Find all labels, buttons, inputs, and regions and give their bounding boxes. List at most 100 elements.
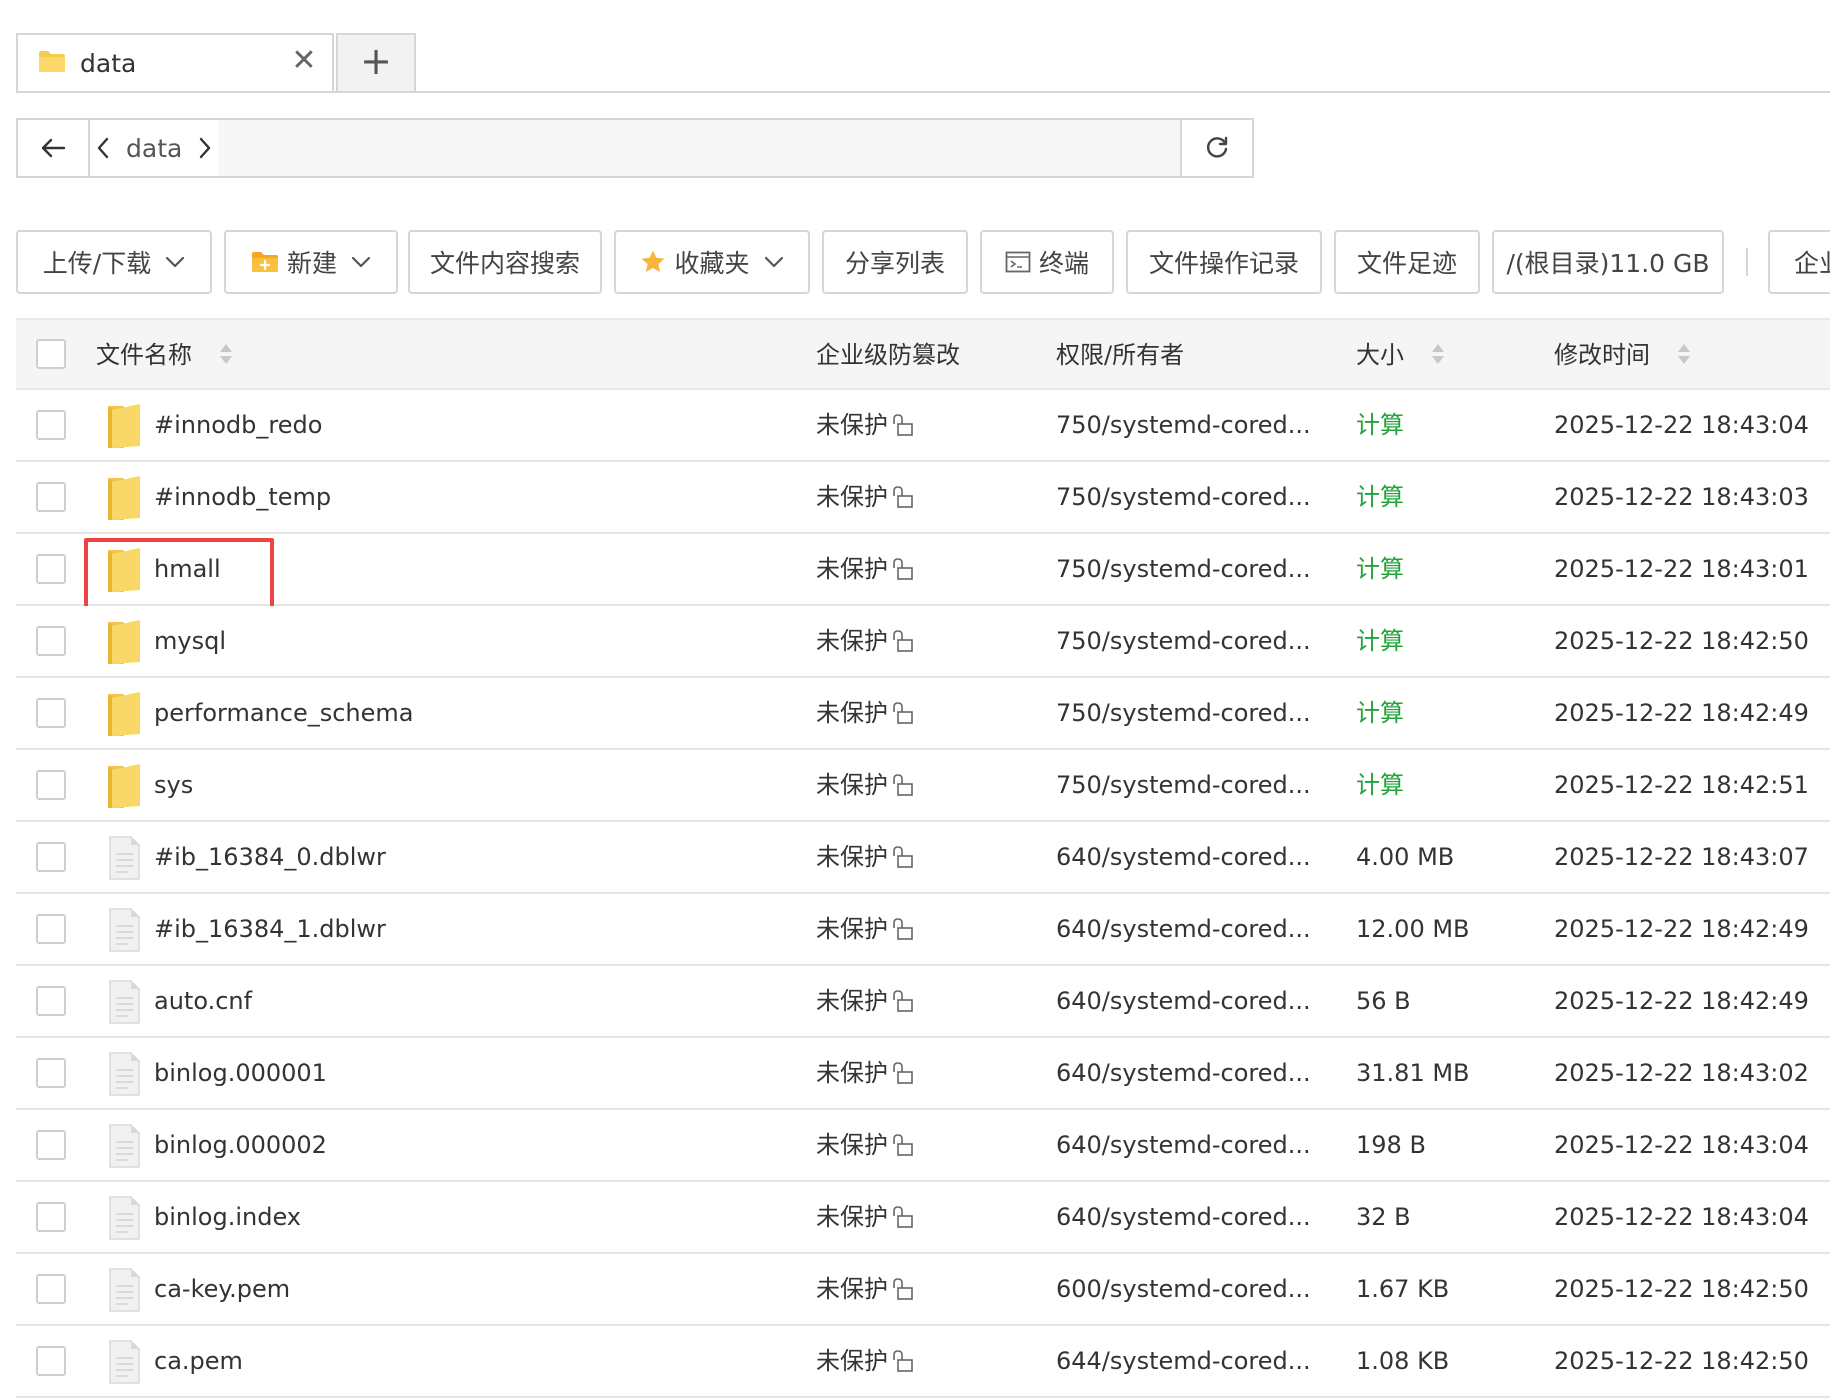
table-row[interactable]: #innodb_redo 未保护 750/systemd-cored... 计算 202…	[16, 390, 1830, 462]
perm-owner[interactable]: 750/systemd-cored...	[1056, 606, 1311, 676]
unlock-icon[interactable]	[892, 1133, 914, 1157]
table-row[interactable]: auto.cnf 未保护 640/systemd-cored... 56 B 2025-…	[16, 966, 1830, 1038]
table-row[interactable]: mysql 未保护 750/systemd-cored... 计算 2025-12-22…	[16, 606, 1830, 678]
file-name-link[interactable]: ca-key.pem	[154, 1254, 290, 1324]
table-row[interactable]: binlog.000002 未保护 640/systemd-cored... 198 …	[16, 1110, 1830, 1182]
enterprise-button[interactable]: 企业	[1768, 230, 1830, 294]
perm-owner[interactable]: 640/systemd-cored...	[1056, 1182, 1311, 1252]
calc-size-link[interactable]: 计算	[1356, 678, 1404, 748]
unlock-icon[interactable]	[892, 557, 914, 581]
header-name[interactable]: 文件名称	[96, 320, 234, 390]
perm-owner[interactable]: 640/systemd-cored...	[1056, 1038, 1311, 1108]
file-name-link[interactable]: mysql	[154, 606, 226, 676]
share-list-button[interactable]: 分享列表	[822, 230, 968, 294]
unlock-icon[interactable]	[892, 1349, 914, 1373]
row-checkbox[interactable]	[36, 1130, 66, 1160]
upload-download-button[interactable]: 上传/下载	[16, 230, 212, 294]
row-checkbox[interactable]	[36, 482, 66, 512]
header-mtime[interactable]: 修改时间	[1554, 320, 1692, 390]
row-checkbox[interactable]	[36, 1346, 66, 1376]
unlock-icon[interactable]	[892, 989, 914, 1013]
table-row[interactable]: ca-key.pem 未保护 600/systemd-cored... 1.67 KB…	[16, 1254, 1830, 1326]
row-checkbox[interactable]	[36, 1058, 66, 1088]
table-row[interactable]: sys 未保护 750/systemd-cored... 计算 2025-12-22 1…	[16, 750, 1830, 822]
unlock-icon[interactable]	[892, 845, 914, 869]
perm-owner[interactable]: 600/systemd-cored...	[1056, 1254, 1311, 1324]
table-row[interactable]: #ib_16384_0.dblwr 未保护 640/systemd-cored...…	[16, 822, 1830, 894]
favorites-button[interactable]: 收藏夹	[614, 230, 810, 294]
add-tab-button[interactable]: +	[336, 33, 416, 91]
table-row[interactable]: ca.pem 未保护 644/systemd-cored... 1.08 KB 2025…	[16, 1326, 1830, 1398]
row-checkbox[interactable]	[36, 770, 66, 800]
footprint-button[interactable]: 文件足迹	[1334, 230, 1480, 294]
table-row[interactable]: #innodb_temp 未保护 750/systemd-cored... 计算 202…	[16, 462, 1830, 534]
refresh-button[interactable]	[1180, 120, 1252, 176]
perm-owner[interactable]: 750/systemd-cored...	[1056, 534, 1311, 604]
file-name-link[interactable]: binlog.index	[154, 1182, 301, 1252]
perm-owner[interactable]: 640/systemd-cored...	[1056, 1110, 1311, 1180]
file-name-link[interactable]: auto.cnf	[154, 966, 252, 1036]
row-checkbox[interactable]	[36, 842, 66, 872]
unlock-icon[interactable]	[892, 413, 914, 437]
file-name-link[interactable]: performance_schema	[154, 678, 413, 748]
unlock-icon[interactable]	[892, 701, 914, 725]
unlock-icon[interactable]	[892, 917, 914, 941]
unlock-icon[interactable]	[892, 1205, 914, 1229]
calc-size-link[interactable]: 计算	[1356, 750, 1404, 820]
back-button[interactable]	[18, 120, 90, 176]
chevron-right-icon[interactable]	[198, 136, 212, 160]
row-checkbox[interactable]	[36, 1202, 66, 1232]
file-name-link[interactable]: #ib_16384_1.dblwr	[154, 894, 386, 964]
select-all-checkbox[interactable]	[36, 339, 66, 369]
breadcrumb-item-data[interactable]: data	[126, 134, 182, 163]
unlock-icon[interactable]	[892, 1277, 914, 1301]
perm-owner[interactable]: 750/systemd-cored...	[1056, 750, 1311, 820]
file-name-link[interactable]: #innodb_redo	[154, 390, 322, 460]
close-icon[interactable]: ✕	[290, 46, 318, 76]
perm-owner[interactable]: 640/systemd-cored...	[1056, 966, 1311, 1036]
file-name-link[interactable]: ca.pem	[154, 1326, 243, 1396]
table-row[interactable]: binlog.000001 未保护 640/systemd-cored... 31.8…	[16, 1038, 1830, 1110]
op-log-button[interactable]: 文件操作记录	[1126, 230, 1322, 294]
perm-owner[interactable]: 750/systemd-cored...	[1056, 462, 1311, 532]
unlock-icon[interactable]	[892, 773, 914, 797]
row-checkbox[interactable]	[36, 410, 66, 440]
file-name-link[interactable]: binlog.000001	[154, 1038, 327, 1108]
calc-size-link[interactable]: 计算	[1356, 534, 1404, 604]
row-checkbox[interactable]	[36, 986, 66, 1016]
table-row[interactable]: #ib_16384_1.dblwr 未保护 640/systemd-cored...…	[16, 894, 1830, 966]
unlock-icon[interactable]	[892, 485, 914, 509]
sort-icon[interactable]	[1430, 342, 1446, 366]
unlock-icon[interactable]	[892, 1061, 914, 1085]
tab-data[interactable]: data ✕	[16, 33, 334, 91]
content-search-button[interactable]: 文件内容搜索	[408, 230, 602, 294]
file-name-link[interactable]: binlog.000002	[154, 1110, 327, 1180]
row-checkbox[interactable]	[36, 626, 66, 656]
perm-owner[interactable]: 750/systemd-cored...	[1056, 678, 1311, 748]
row-checkbox[interactable]	[36, 1274, 66, 1304]
perm-owner[interactable]: 644/systemd-cored...	[1056, 1326, 1311, 1396]
file-name-link[interactable]: hmall	[154, 534, 221, 604]
perm-owner[interactable]: 750/systemd-cored...	[1056, 390, 1311, 460]
calc-size-link[interactable]: 计算	[1356, 462, 1404, 532]
table-row[interactable]: binlog.index 未保护 640/systemd-cored... 32 B 2…	[16, 1182, 1830, 1254]
header-size[interactable]: 大小	[1356, 320, 1446, 390]
calc-size-link[interactable]: 计算	[1356, 390, 1404, 460]
disk-root-button[interactable]: /(根目录)11.0 GB	[1492, 230, 1724, 294]
unlock-icon[interactable]	[892, 629, 914, 653]
calc-size-link[interactable]: 计算	[1356, 606, 1404, 676]
sort-icon[interactable]	[1676, 342, 1692, 366]
perm-owner[interactable]: 640/systemd-cored...	[1056, 822, 1311, 892]
row-checkbox[interactable]	[36, 554, 66, 584]
file-name-link[interactable]: #ib_16384_0.dblwr	[154, 822, 386, 892]
row-checkbox[interactable]	[36, 698, 66, 728]
terminal-button[interactable]: 终端	[980, 230, 1114, 294]
file-name-link[interactable]: sys	[154, 750, 193, 820]
sort-icon[interactable]	[218, 342, 234, 366]
file-name-link[interactable]: #innodb_temp	[154, 462, 331, 532]
table-row[interactable]: performance_schema 未保护 750/systemd-cored..…	[16, 678, 1830, 750]
perm-owner[interactable]: 640/systemd-cored...	[1056, 894, 1311, 964]
chevron-left-icon[interactable]	[96, 136, 110, 160]
new-button[interactable]: 新建	[224, 230, 398, 294]
row-checkbox[interactable]	[36, 914, 66, 944]
